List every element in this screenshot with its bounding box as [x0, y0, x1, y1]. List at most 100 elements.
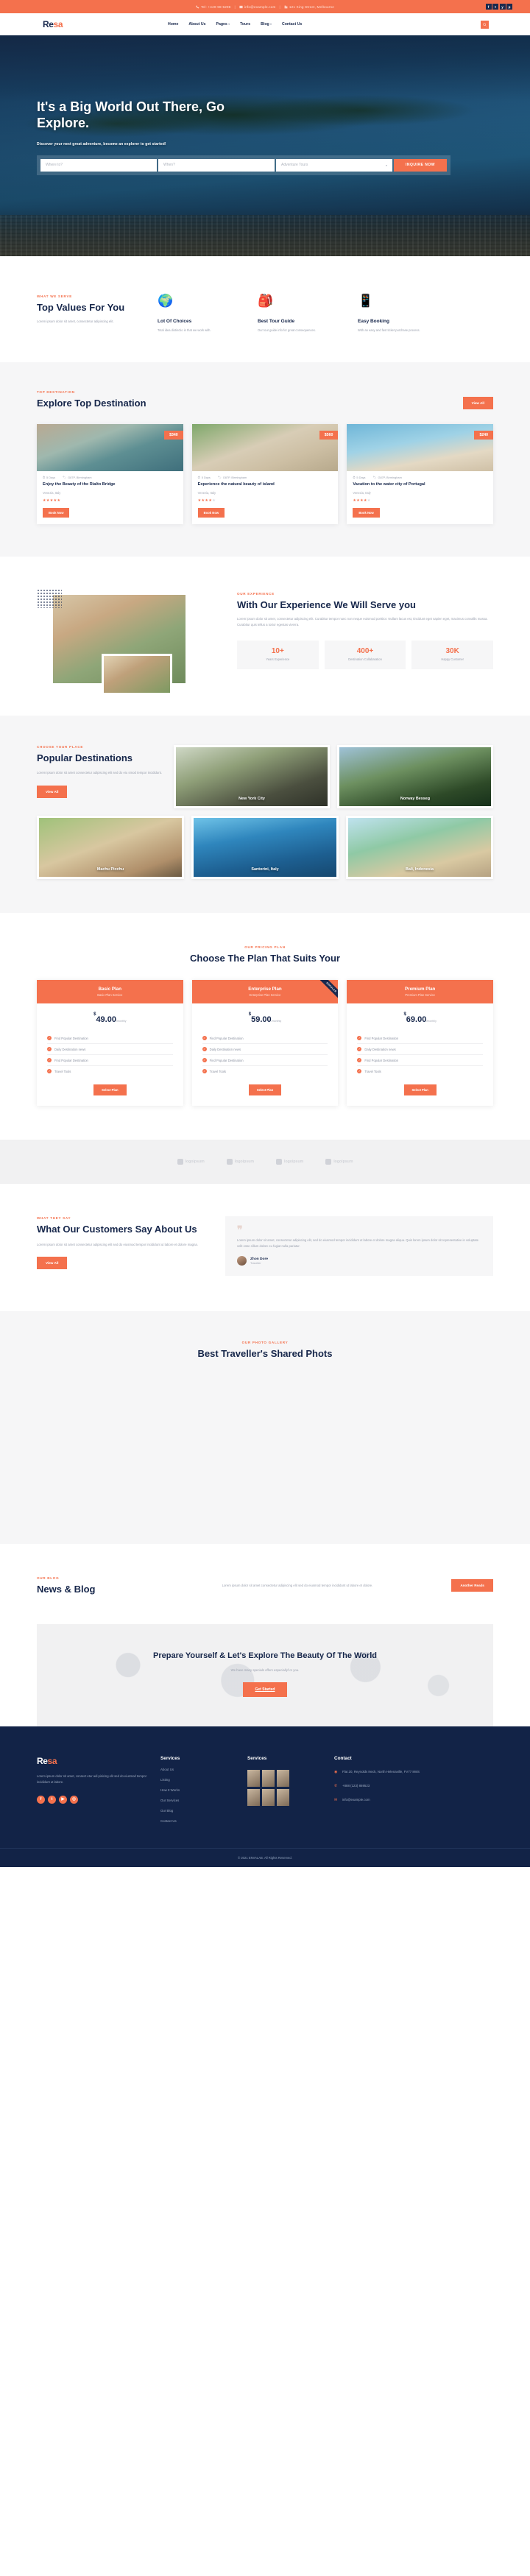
search-where-input[interactable]: Where to? — [40, 158, 158, 172]
search-when-input[interactable]: When? — [158, 158, 275, 172]
nav-item-contact-us[interactable]: Contact Us — [282, 22, 302, 27]
card-code: 🏷 G87P, Birmingham — [63, 475, 92, 479]
phone-icon — [196, 4, 199, 8]
popular-tile-bali[interactable]: Bali, Indonesia — [346, 815, 493, 879]
popular-destinations-section: CHOOSE YOUR PLACE Popular Destinations L… — [0, 715, 530, 913]
youtube-icon[interactable]: ▶ — [59, 1795, 67, 1804]
footer-link-contact-us[interactable]: Contact Us — [160, 1819, 234, 1823]
where-placeholder: Where to? — [46, 163, 63, 168]
footer-thumbnail[interactable] — [277, 1770, 289, 1788]
topbar-email[interactable]: info@example.com — [239, 5, 276, 9]
destination-card[interactable]: $560 ⏱ 5 Days 🏷 G87P, Birmingham Experie… — [191, 423, 339, 524]
facebook-icon[interactable]: f — [37, 1795, 45, 1804]
popular-view-all-button[interactable]: View All — [37, 785, 68, 798]
nav-item-about-us[interactable]: About Us — [188, 22, 205, 27]
popular-heading-block: CHOOSE YOUR PLACE Popular Destinations L… — [37, 745, 166, 808]
topbar-address: 121 King Street, Melbourne — [284, 5, 334, 9]
footer-email-row[interactable]: ✉ info@example.com — [334, 1797, 493, 1803]
nav-item-pages[interactable]: Pages ▾ — [216, 22, 230, 27]
popular-tile-machu-picchu[interactable]: Machu Picchu — [37, 815, 184, 879]
footer-link-listing[interactable]: Listing — [160, 1778, 234, 1782]
topbar-phone[interactable]: Tel: +440-98-5298 — [196, 5, 231, 9]
pinterest-icon[interactable]: p — [506, 4, 512, 10]
when-placeholder: When? — [163, 163, 175, 168]
footer-link-our-blog[interactable]: Our Blog — [160, 1809, 234, 1813]
pricing-plans: Basic Plan Basic Plan Service $49.00/mon… — [37, 980, 494, 1107]
destination-card[interactable]: $240 ⏱ 5 Days 🏷 G87P, Birmingham Vacatio… — [347, 423, 494, 524]
check-icon: ✓ — [357, 1047, 362, 1052]
card-image-island: $560 — [191, 423, 339, 471]
card-duration-text: 5 Days — [356, 475, 366, 479]
popular-ribbon: POPULAR — [313, 980, 339, 1005]
logo-part-b: sa — [53, 19, 63, 29]
nav-item-blog[interactable]: Blog ▾ — [261, 22, 272, 27]
plan-features: ✓ Find Popular Destination ✓ Daily Destina… — [347, 1033, 493, 1076]
plan-feature: ✓ Daily Destination news — [47, 1044, 173, 1056]
nav-item-tours[interactable]: Tours — [240, 22, 250, 27]
footer-link-about-us[interactable]: About Us — [160, 1768, 234, 1771]
footer-address-text: Flat 20, Reynolds Neck, North Helenavill… — [342, 1770, 420, 1774]
search-tour-type-select[interactable]: Adventure Tours ▾ — [276, 158, 393, 172]
backpack-icon: 🎒 — [258, 294, 274, 308]
plan-feature: ✓ Find Popular Destination — [357, 1055, 484, 1067]
footer-email-text: info@example.com — [342, 1798, 370, 1802]
tile-caption: Bali, Indonesia — [405, 867, 434, 872]
plan-feature: ✓ Daily Destination news — [357, 1044, 484, 1056]
footer-thumbnail[interactable] — [277, 1789, 289, 1807]
card-book-now-button[interactable]: Book Now — [43, 507, 70, 518]
gallery-kicker: OUR PHOTO GALLERY — [241, 1341, 289, 1345]
footer-thumbnail[interactable] — [247, 1789, 260, 1807]
footer-link-our-services[interactable]: Our Services — [160, 1799, 234, 1802]
footer-phone-row[interactable]: ✆ +888 (123) 869523 — [334, 1783, 493, 1789]
destination-view-all-button[interactable]: View All — [462, 396, 493, 409]
phone-icon: ✆ — [334, 1784, 338, 1789]
stat-label: Destination Collabaration — [348, 657, 382, 662]
site-logo[interactable]: Resa — [43, 19, 63, 29]
get-started-button[interactable]: Get Started — [242, 1682, 288, 1698]
plan-feature: ✓ Travel Tools — [357, 1066, 483, 1076]
footer-address-row: ◉ Flat 20, Reynolds Neck, North Helenavi… — [334, 1769, 493, 1775]
popular-tile-norway-besseg[interactable]: Norway Besseg — [337, 744, 493, 808]
card-book-now-button[interactable]: Book Now — [353, 507, 380, 518]
plan-features: ✓ Find Popular Destination ✓ Daily Destina… — [37, 1033, 183, 1076]
youtube-icon[interactable]: y — [499, 4, 506, 10]
inquire-now-button[interactable]: INQUIRE NOW — [394, 158, 447, 172]
feature-text: Find Popular Destination — [209, 1036, 244, 1040]
footer-link-how-it-works[interactable]: How It Works — [160, 1788, 234, 1792]
plan-select-button[interactable]: Select Plan — [248, 1084, 282, 1096]
footer-thumbnail[interactable] — [262, 1770, 275, 1788]
plan-select-button[interactable]: Select Plan — [93, 1084, 127, 1096]
stat-happy-customer: 30K Happy Customer — [411, 641, 494, 669]
twitter-icon[interactable]: t — [48, 1795, 56, 1804]
stat-label: Years Experience — [266, 657, 290, 662]
brand-mark-icon — [226, 1159, 233, 1165]
value-card-best-tour-guide: 🎒 Best Tour Guide Our tour guide info fo… — [258, 294, 340, 333]
blog-another-reads-button[interactable]: Another Reads — [451, 1579, 493, 1592]
experience-image-inset — [102, 653, 172, 695]
card-book-now-button[interactable]: Book Now — [197, 507, 225, 518]
popular-tile-new-york-city[interactable]: New York City — [174, 744, 330, 808]
plan-select-button[interactable]: Select Plan — [403, 1084, 437, 1096]
footer-logo[interactable]: Resa — [37, 1756, 147, 1766]
testimonial-desc: Lorem ipsum dolor sit amet consectetur a… — [37, 1242, 199, 1246]
card-duration-text: 5 Days — [46, 475, 56, 479]
values-heading-block: WHAT WE SERVE Top Values For You Lorem i… — [37, 294, 140, 324]
blog-heading-block: OUR BLOG News & Blog — [37, 1576, 177, 1595]
stat-destination-collaboration: 400+ Destination Collabaration — [324, 641, 406, 669]
testimonial-author-block: Zhon Dore Traveller — [237, 1256, 481, 1266]
blog-title: News & Blog — [37, 1583, 96, 1595]
nav-item-home[interactable]: Home — [168, 22, 178, 27]
search-button[interactable] — [481, 20, 489, 29]
footer-thumbnail[interactable] — [262, 1789, 275, 1807]
card-location: Venezia, Italy — [353, 490, 371, 495]
card-rating-stars: ★★★★★ — [353, 498, 371, 503]
popular-tile-santorini[interactable]: Santorini, Italy — [191, 815, 339, 879]
twitter-icon[interactable]: t — [492, 4, 498, 10]
footer-thumbnail[interactable] — [247, 1770, 260, 1788]
facebook-icon[interactable]: f — [485, 4, 492, 10]
instagram-icon[interactable]: ◎ — [70, 1795, 78, 1804]
feature-text: Daily Destination news — [209, 1047, 241, 1051]
destination-card[interactable]: $340 ⏱ 5 Days 🏷 G87P, Birmingham Enjoy t… — [37, 423, 183, 524]
testimonial-view-all-button[interactable]: View All — [37, 1257, 68, 1270]
plan-name: Premium Plan — [405, 987, 436, 992]
